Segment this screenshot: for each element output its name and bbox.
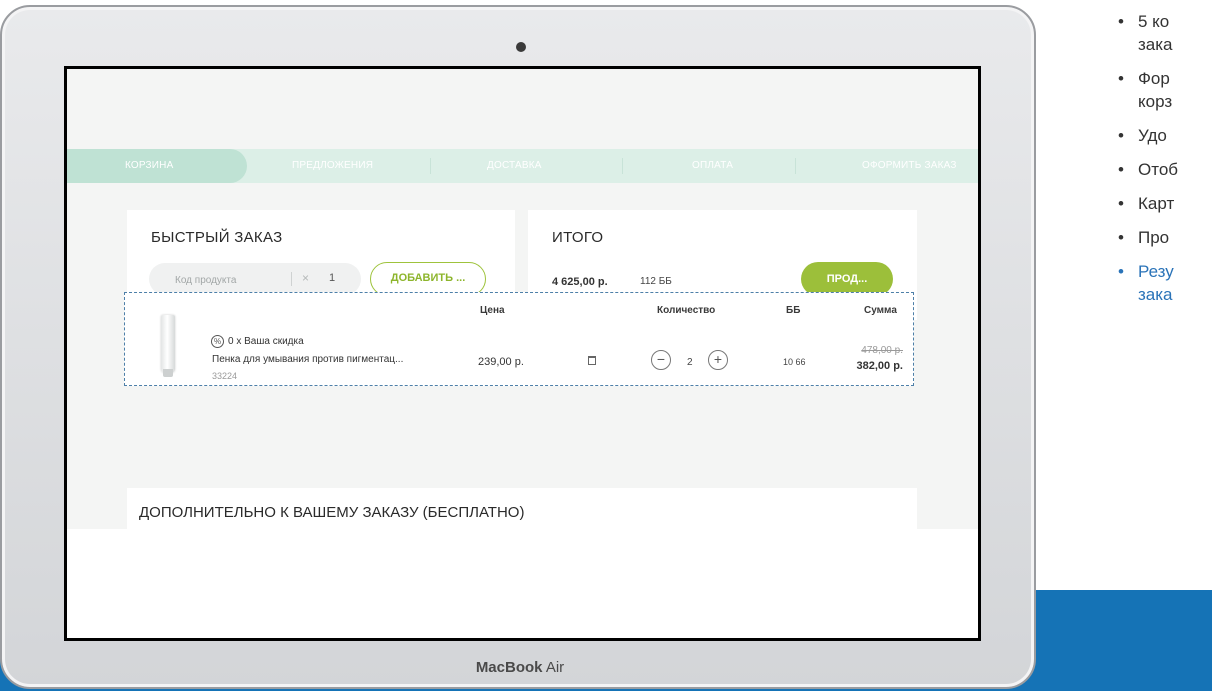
product-price: 239,00 р. [478,356,524,368]
trash-icon[interactable] [588,356,596,365]
product-code-field: × 1 [149,263,361,297]
product-image-cap [163,369,173,377]
increase-qty-button[interactable]: + [708,350,728,370]
tab-divider [430,158,431,174]
brand-model: Air [542,659,565,676]
bullet-item: 5 ко зака [1112,10,1212,56]
column-header-quantity: Количество [657,305,716,316]
free-extras-title: ДОПОЛНИТЕЛЬНО К ВАШЕМУ ЗАКАЗУ (БЕСПЛАТНО… [139,504,525,521]
input-divider [291,272,292,286]
slide-bullet-list: 5 ко зака Фор корз Удо Отоб Карт Про Рез… [1112,10,1212,317]
browser-viewport: КОРЗИНА ПРЕДЛОЖЕНИЯ ДОСТАВКА ОПЛАТА ОФОР… [67,69,978,638]
tab-payment[interactable]: ОПЛАТА [692,149,733,183]
item-bb: 10 66 [783,357,806,367]
tab-offers[interactable]: ПРЕДЛОЖЕНИЯ [292,149,373,183]
tab-cart[interactable]: КОРЗИНА [67,149,247,183]
quick-order-title: БЫСТРЫЙ ЗАКАЗ [151,229,283,246]
total-amount: 4 625,00 р. [552,276,608,288]
item-sum: 382,00 р. [856,360,903,372]
laptop-screen: КОРЗИНА ПРЕДЛОЖЕНИЯ ДОСТАВКА ОПЛАТА ОФОР… [64,66,981,641]
laptop-brand-label: MacBook Air [2,659,1038,676]
product-name[interactable]: Пенка для умывания против пигментац... [212,354,403,365]
quick-order-qty[interactable]: 1 [329,272,335,284]
checkout-button[interactable]: ПРОД... [801,262,893,296]
bullet-item: Про [1112,226,1212,249]
tab-delivery[interactable]: ДОСТАВКА [487,149,542,183]
bullet-item: Отоб [1112,158,1212,181]
checkout-page: КОРЗИНА ПРЕДЛОЖЕНИЯ ДОСТАВКА ОПЛАТА ОФОР… [67,69,978,538]
camera-icon [516,42,526,52]
cart-items-table: Цена Количество ББ Сумма % 0 х Ваша скид… [124,292,914,386]
bullet-item: Фор корз [1112,67,1212,113]
item-quantity: 2 [687,357,693,368]
laptop-frame: КОРЗИНА ПРЕДЛОЖЕНИЯ ДОСТАВКА ОПЛАТА ОФОР… [0,5,1036,689]
product-image [161,315,175,373]
total-title: ИТОГО [552,229,604,246]
tab-divider [622,158,623,174]
bullet-item-highlighted: Резу зака [1112,260,1212,306]
item-old-sum: 478,00 р. [861,345,903,356]
discount-label: 0 х Ваша скидка [228,336,304,347]
bullet-item: Карт [1112,192,1212,215]
column-header-bb: ББ [786,305,801,316]
tab-divider [795,158,796,174]
decrease-qty-button[interactable]: − [651,350,671,370]
tab-place-order[interactable]: ОФОРМИТЬ ЗАКАЗ [862,149,957,183]
column-header-price: Цена [480,305,505,316]
product-code: 33224 [212,371,238,381]
add-product-button[interactable]: ДОБАВИТЬ ... [370,262,486,296]
multiply-icon: × [302,271,310,285]
discount-icon: % [211,335,224,348]
brand-name: MacBook [475,659,543,676]
bullet-item: Удо [1112,124,1212,147]
column-header-sum: Сумма [864,305,897,316]
checkout-steps: КОРЗИНА ПРЕДЛОЖЕНИЯ ДОСТАВКА ОПЛАТА ОФОР… [67,149,978,183]
free-extras-card: ДОПОЛНИТЕЛЬНО К ВАШЕМУ ЗАКАЗУ (БЕСПЛАТНО… [127,488,917,538]
total-bb: 112 ББ [640,276,672,287]
